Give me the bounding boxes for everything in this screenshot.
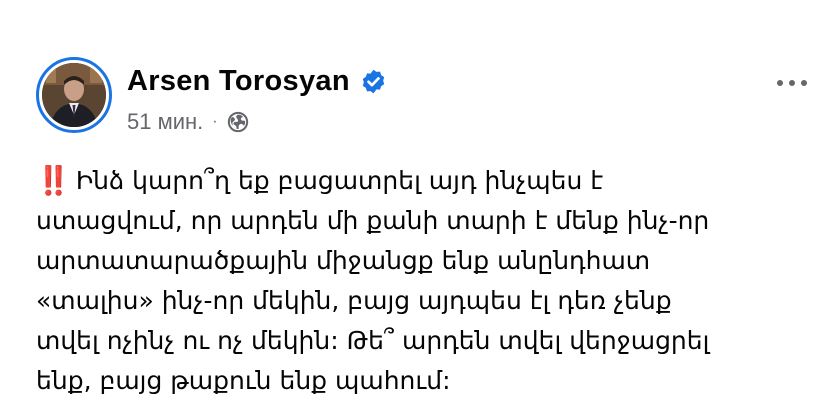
double-exclamation-emoji: ‼️ xyxy=(36,164,71,197)
post-meta: 51 мин. · xyxy=(127,109,249,135)
post-line: «տալիս» ինչ-որ մեկին, բայց այդպես էլ դեռ… xyxy=(36,286,672,315)
post-line-text: Ինձ կարո՞ղ եք բացատրել այդ ինչպես է xyxy=(75,166,604,195)
post-line: ենք, բայց թաքուն ենք պահում: xyxy=(36,366,451,395)
verified-badge-icon xyxy=(360,68,387,95)
more-dot xyxy=(789,80,795,86)
post-body: ‼️ Ինձ կարո՞ղ եք բացատրել այդ ինչպես է ստ… xyxy=(36,160,806,401)
avatar-photo xyxy=(42,63,106,127)
post-timestamp[interactable]: 51 мин. xyxy=(127,109,203,135)
meta-separator: · xyxy=(212,113,218,130)
post-line: տվել ոչինչ ու ոչ մեկին: Թե՞ արդեն տվել վ… xyxy=(36,326,710,355)
post-line: արտատարածքային միջանցք ենք անընդհատ xyxy=(36,246,651,275)
post-line: ստացվում, որ արդեն մի քանի տարի է մենք ի… xyxy=(36,206,710,235)
author-avatar[interactable] xyxy=(36,57,112,133)
more-options-icon[interactable] xyxy=(777,73,807,93)
facebook-post: Arsen Torosyan 51 мин. · ‼️ Ինձ կարո՞ղ ե… xyxy=(0,0,837,419)
author-name[interactable]: Arsen Torosyan xyxy=(127,65,350,98)
post-header: Arsen Torosyan 51 мин. · xyxy=(36,57,837,147)
more-dot xyxy=(801,80,807,86)
author-line: Arsen Torosyan xyxy=(127,65,387,98)
post-line: ‼️ Ինձ կարո՞ղ եք բացատրել այդ ինչպես է xyxy=(36,160,806,201)
more-dot xyxy=(777,80,783,86)
globe-icon[interactable] xyxy=(227,111,249,133)
